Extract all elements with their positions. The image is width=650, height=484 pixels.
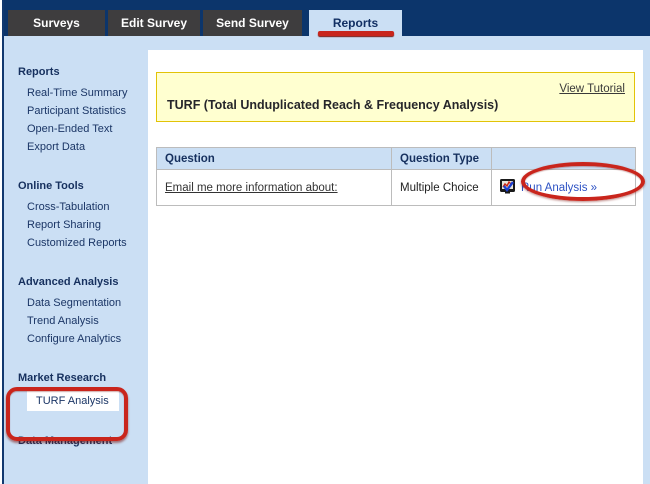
sidebar-heading-online-tools: Online Tools	[18, 180, 148, 192]
left-edge-border	[2, 0, 4, 484]
sidebar-item-export-data[interactable]: Export Data	[18, 138, 148, 156]
app-window: Surveys Edit Survey Send Survey Reports …	[0, 0, 650, 484]
sidebar-item-participant-statistics[interactable]: Participant Statistics	[18, 102, 148, 120]
page-title: TURF (Total Unduplicated Reach & Frequen…	[167, 98, 498, 112]
sidebar-heading-data-management: Data Management	[18, 435, 148, 447]
view-tutorial-link[interactable]: View Tutorial	[559, 83, 625, 95]
sidebar: Reports Real-Time Summary Participant St…	[4, 36, 148, 484]
sidebar-heading-advanced-analysis: Advanced Analysis	[18, 276, 148, 288]
question-table: Question Question Type Email me more inf…	[156, 147, 636, 206]
table-header-row: Question Question Type	[157, 148, 636, 170]
top-nav-bar: Surveys Edit Survey Send Survey Reports	[0, 0, 650, 36]
tab-reports[interactable]: Reports	[309, 10, 402, 36]
sidebar-item-cross-tabulation[interactable]: Cross-Tabulation	[18, 198, 148, 216]
sidebar-item-real-time-summary[interactable]: Real-Time Summary	[18, 84, 148, 102]
sidebar-section-market-research: Market Research TURF Analysis	[18, 372, 148, 411]
sidebar-item-trend-analysis[interactable]: Trend Analysis	[18, 312, 148, 330]
sidebar-heading-reports: Reports	[18, 66, 148, 78]
sidebar-item-turf-analysis[interactable]: TURF Analysis	[27, 391, 119, 411]
sidebar-item-customized-reports[interactable]: Customized Reports	[18, 234, 148, 252]
sidebar-item-configure-analytics[interactable]: Configure Analytics	[18, 330, 148, 348]
sidebar-heading-market-research: Market Research	[18, 372, 148, 384]
question-type-cell: Multiple Choice	[392, 170, 492, 206]
sidebar-section-advanced-analysis: Advanced Analysis Data Segmentation Tren…	[18, 276, 148, 348]
column-header-action	[492, 148, 636, 170]
sidebar-section-data-management: Data Management	[18, 435, 148, 447]
column-header-question: Question	[157, 148, 392, 170]
tab-send-survey[interactable]: Send Survey	[203, 10, 302, 36]
turf-banner: TURF (Total Unduplicated Reach & Frequen…	[156, 72, 635, 122]
sidebar-section-reports: Reports Real-Time Summary Participant St…	[18, 66, 148, 156]
sidebar-item-data-segmentation[interactable]: Data Segmentation	[18, 294, 148, 312]
column-header-question-type: Question Type	[392, 148, 492, 170]
sidebar-section-online-tools: Online Tools Cross-Tabulation Report Sha…	[18, 180, 148, 252]
tab-surveys[interactable]: Surveys	[8, 10, 105, 36]
question-link[interactable]: Email me more information about:	[165, 182, 338, 194]
table-row: Email me more information about: Multipl…	[157, 170, 636, 206]
nav-tabs: Surveys Edit Survey Send Survey Reports	[8, 10, 402, 36]
sidebar-item-report-sharing[interactable]: Report Sharing	[18, 216, 148, 234]
run-analysis-label: Run Analysis »	[521, 182, 597, 194]
tab-edit-survey[interactable]: Edit Survey	[108, 10, 200, 36]
analysis-icon	[500, 178, 516, 197]
sidebar-item-open-ended-text[interactable]: Open-Ended Text	[18, 120, 148, 138]
main-content-panel: TURF (Total Unduplicated Reach & Frequen…	[148, 50, 643, 484]
run-analysis-link[interactable]: Run Analysis »	[500, 182, 597, 194]
